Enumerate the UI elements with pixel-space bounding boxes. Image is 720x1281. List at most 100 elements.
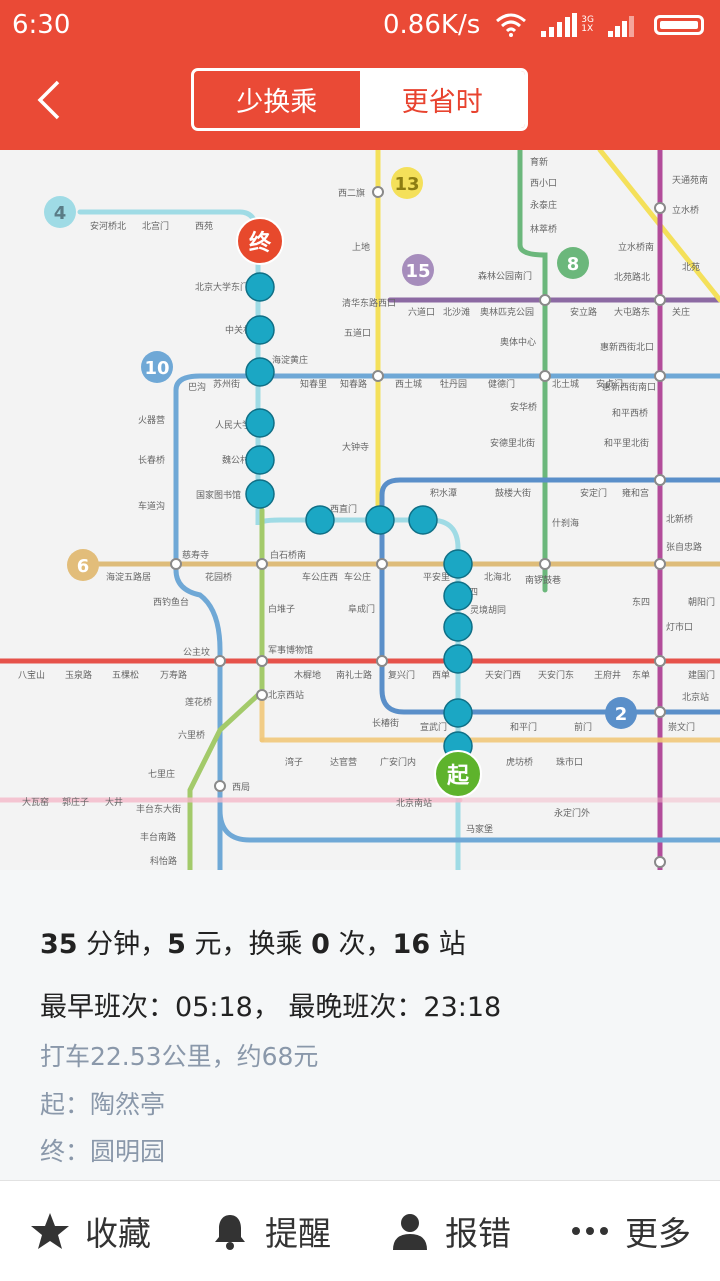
route-stop xyxy=(408,505,438,535)
svg-text:牡丹园: 牡丹园 xyxy=(440,378,467,390)
svg-text:海淀五路居: 海淀五路居 xyxy=(106,571,151,583)
svg-text:平安里: 平安里 xyxy=(423,571,450,583)
net-speed: 0.86K/s xyxy=(383,10,481,40)
svg-text:军事博物馆: 军事博物馆 xyxy=(268,644,313,656)
svg-text:北苑: 北苑 xyxy=(682,261,700,273)
line-8 xyxy=(517,150,548,593)
star-icon xyxy=(31,1213,69,1249)
svg-text:清华东路西口: 清华东路西口 xyxy=(342,297,396,309)
svg-text:六里桥: 六里桥 xyxy=(178,729,205,741)
tab-time-saving[interactable]: 更省时 xyxy=(359,71,525,128)
svg-text:天安门东: 天安门东 xyxy=(538,669,574,681)
svg-text:宣武门: 宣武门 xyxy=(420,721,447,733)
svg-text:西小口: 西小口 xyxy=(530,178,557,189)
svg-text:北土城: 北土城 xyxy=(552,378,579,390)
svg-text:崇文门: 崇文门 xyxy=(668,721,695,733)
svg-text:花园桥: 花园桥 xyxy=(205,571,232,583)
line-4 xyxy=(77,209,461,870)
report-error-button[interactable]: 报错 xyxy=(360,1181,540,1281)
svg-text:前门: 前门 xyxy=(574,721,592,733)
svg-text:西单: 西单 xyxy=(432,669,450,681)
svg-text:莲花桥: 莲花桥 xyxy=(185,696,212,708)
svg-text:公主坟: 公主坟 xyxy=(183,646,210,658)
svg-text:永泰庄: 永泰庄 xyxy=(530,199,557,211)
taxi-estimate: 打车22.53公里，约68元 xyxy=(40,1042,319,1071)
start-marker-label: 起 xyxy=(446,764,470,789)
svg-text:丰台东大街: 丰台东大街 xyxy=(136,803,181,815)
svg-text:阜成门: 阜成门 xyxy=(348,603,375,615)
route-stop xyxy=(365,505,395,535)
svg-text:八宝山: 八宝山 xyxy=(18,669,45,681)
svg-text:木樨地: 木樨地 xyxy=(294,669,321,681)
route-mode-switch: 少换乘 更省时 xyxy=(191,68,528,131)
svg-text:苏州街: 苏州街 xyxy=(213,378,240,390)
svg-text:西苑: 西苑 xyxy=(195,220,213,232)
svg-text:北沙滩: 北沙滩 xyxy=(443,306,470,318)
svg-text:玉泉路: 玉泉路 xyxy=(65,669,92,681)
more-button[interactable]: 更多 xyxy=(540,1181,720,1281)
svg-text:2: 2 xyxy=(615,704,628,725)
back-icon[interactable] xyxy=(30,78,70,122)
start-station: 起：陶然亭 xyxy=(40,1090,166,1119)
route-info-panel: 35 分钟，5 元，换乘 0 次，16 站 最早班次：05:18， 最晚班次：2… xyxy=(0,870,720,1180)
svg-text:10: 10 xyxy=(144,358,169,379)
svg-text:安河桥北: 安河桥北 xyxy=(90,220,126,232)
svg-text:车公庄: 车公庄 xyxy=(344,571,371,583)
battery-icon xyxy=(654,15,704,35)
svg-text:北苑路北: 北苑路北 xyxy=(614,271,650,283)
svg-text:张自忠路: 张自忠路 xyxy=(666,541,702,553)
svg-text:白堆子: 白堆子 xyxy=(268,603,295,615)
svg-text:奥林匹克公园: 奥林匹克公园 xyxy=(480,306,534,318)
tab-fewer-transfers[interactable]: 少换乘 xyxy=(194,71,360,128)
svg-text:魏公村: 魏公村 xyxy=(222,454,249,466)
svg-text:海淀黄庄: 海淀黄庄 xyxy=(272,354,308,366)
svg-text:积水潭: 积水潭 xyxy=(430,487,457,499)
svg-text:五棵松: 五棵松 xyxy=(112,669,139,681)
header-bar: 少换乘 更省时 xyxy=(0,50,720,150)
svg-text:珠市口: 珠市口 xyxy=(556,756,583,768)
svg-text:湾子: 湾子 xyxy=(285,756,303,768)
route-stop xyxy=(305,505,335,535)
route-stop xyxy=(443,581,473,611)
more-icon xyxy=(572,1227,608,1235)
svg-text:西二旗: 西二旗 xyxy=(338,187,365,199)
subway-map-canvas[interactable]: 4 13 15 8 10 6 2 西二旗 安河桥北 北宫门 西苑 上地 北京大学… xyxy=(0,150,720,870)
svg-text:达官营: 达官营 xyxy=(330,756,357,768)
svg-text:长春桥: 长春桥 xyxy=(138,454,165,466)
svg-text:和平里北街: 和平里北街 xyxy=(604,437,649,449)
svg-text:广安门内: 广安门内 xyxy=(380,756,416,768)
svg-text:立水桥南: 立水桥南 xyxy=(618,241,654,253)
svg-text:复兴门: 复兴门 xyxy=(388,669,415,681)
svg-text:大屯路东: 大屯路东 xyxy=(614,306,650,318)
svg-text:安定门: 安定门 xyxy=(580,487,607,499)
svg-text:惠新西街南口: 惠新西街南口 xyxy=(602,381,656,393)
svg-text:车公庄西: 车公庄西 xyxy=(302,571,338,583)
end-marker: 终 xyxy=(236,217,284,265)
svg-text:慈寿寺: 慈寿寺 xyxy=(182,549,209,561)
schedule-line: 最早班次：05:18， 最晚班次：23:18 xyxy=(40,992,502,1023)
svg-text:什刹海: 什刹海 xyxy=(552,517,579,529)
svg-text:育新: 育新 xyxy=(530,156,548,168)
svg-text:西钓鱼台: 西钓鱼台 xyxy=(153,596,189,608)
svg-text:丰台南路: 丰台南路 xyxy=(140,831,176,843)
svg-text:车道沟: 车道沟 xyxy=(138,500,165,512)
svg-text:南礼士路: 南礼士路 xyxy=(336,669,372,681)
svg-text:森林公园南门: 森林公园南门 xyxy=(478,270,532,282)
subway-map[interactable]: 4 13 15 8 10 6 2 西二旗 安河桥北 北宫门 西苑 上地 北京大学… xyxy=(0,150,720,870)
route-stop xyxy=(443,698,473,728)
svg-text:奥体中心: 奥体中心 xyxy=(500,336,536,348)
bottom-toolbar: 收藏 提醒 报错 更多 xyxy=(0,1180,720,1281)
favorite-button[interactable]: 收藏 xyxy=(0,1181,180,1281)
svg-text:8: 8 xyxy=(567,254,580,275)
svg-text:朝阳门: 朝阳门 xyxy=(688,596,715,608)
svg-text:虎坊桥: 虎坊桥 xyxy=(506,756,533,768)
svg-text:西局: 西局 xyxy=(232,782,250,793)
reminder-button[interactable]: 提醒 xyxy=(180,1181,360,1281)
user-icon xyxy=(393,1214,427,1250)
svg-text:西土城: 西土城 xyxy=(395,378,422,390)
svg-text:北宫门: 北宫门 xyxy=(142,220,169,232)
svg-text:北京大学东门: 北京大学东门 xyxy=(195,281,249,293)
svg-text:马家堡: 马家堡 xyxy=(466,823,493,835)
svg-text:万寿路: 万寿路 xyxy=(160,669,187,681)
route-stop xyxy=(245,272,275,302)
